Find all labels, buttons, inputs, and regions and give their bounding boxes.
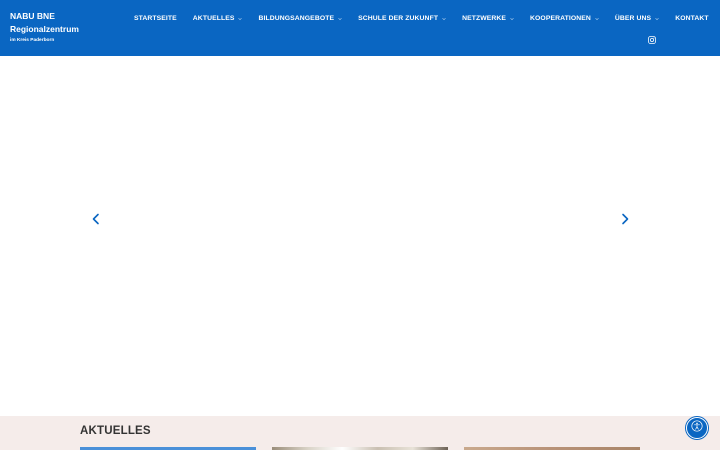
page: NABU BNE Regionalzentrum im Kreis Paderb… — [0, 0, 720, 450]
nav-item-label: BILDUNGSANGEBOTE — [258, 15, 335, 22]
nav-item-label: SCHULE DER ZUKUNFT — [358, 15, 439, 22]
chevron-down-icon — [238, 17, 243, 21]
accessibility-button[interactable] — [686, 417, 708, 439]
nav-item-netzwerke[interactable]: NETZWERKE — [462, 15, 514, 22]
main-nav: STARTSEITE AKTUELLES BILDUNGSANGEBOTE SC… — [134, 15, 709, 22]
nav-item-kontakt[interactable]: KONTAKT — [675, 15, 708, 22]
site-logo[interactable]: NABU BNE Regionalzentrum im Kreis Paderb… — [10, 10, 79, 45]
nav-item-label: ÜBER UNS — [614, 15, 652, 22]
nav-item-label: NETZWERKE — [462, 15, 507, 22]
accessibility-icon — [691, 419, 703, 437]
section-title: AKTUELLES — [80, 425, 151, 437]
chevron-down-icon — [595, 17, 599, 21]
chevron-left-icon[interactable] — [91, 212, 101, 225]
nav-item-label: STARTSEITE — [134, 15, 177, 22]
logo-title-line-2: Regionalzentrum — [10, 24, 79, 34]
logo-subtitle: im Kreis Paderborn — [10, 38, 55, 43]
nav-item-bildungsangebote[interactable]: BILDUNGSANGEBOTE — [258, 15, 342, 22]
chevron-down-icon — [510, 17, 514, 21]
nav-item-label: KOOPERATIONEN — [530, 15, 591, 22]
nav-item-aktuelles[interactable]: AKTUELLES — [193, 15, 243, 22]
chevron-down-icon — [655, 17, 659, 21]
instagram-icon[interactable] — [648, 31, 656, 44]
nav-item-label: KONTAKT — [675, 15, 709, 22]
chevron-right-icon[interactable] — [620, 212, 630, 225]
nav-item-label: AKTUELLES — [192, 15, 235, 22]
nav-item-ueber-uns[interactable]: ÜBER UNS — [615, 15, 659, 22]
nav-item-kooperationen[interactable]: KOOPERATIONEN — [530, 15, 599, 22]
nav-item-startseite[interactable]: STARTSEITE — [134, 15, 177, 22]
chevron-down-icon — [442, 17, 446, 21]
chevron-down-icon — [338, 17, 342, 21]
site-header: NABU BNE Regionalzentrum im Kreis Paderb… — [0, 0, 720, 56]
nav-item-schule-der-zukunft[interactable]: SCHULE DER ZUKUNFT — [358, 15, 446, 22]
hero-slider — [0, 56, 720, 416]
news-section: AKTUELLES — [0, 416, 720, 450]
logo-title-line-1: NABU BNE — [10, 11, 55, 21]
